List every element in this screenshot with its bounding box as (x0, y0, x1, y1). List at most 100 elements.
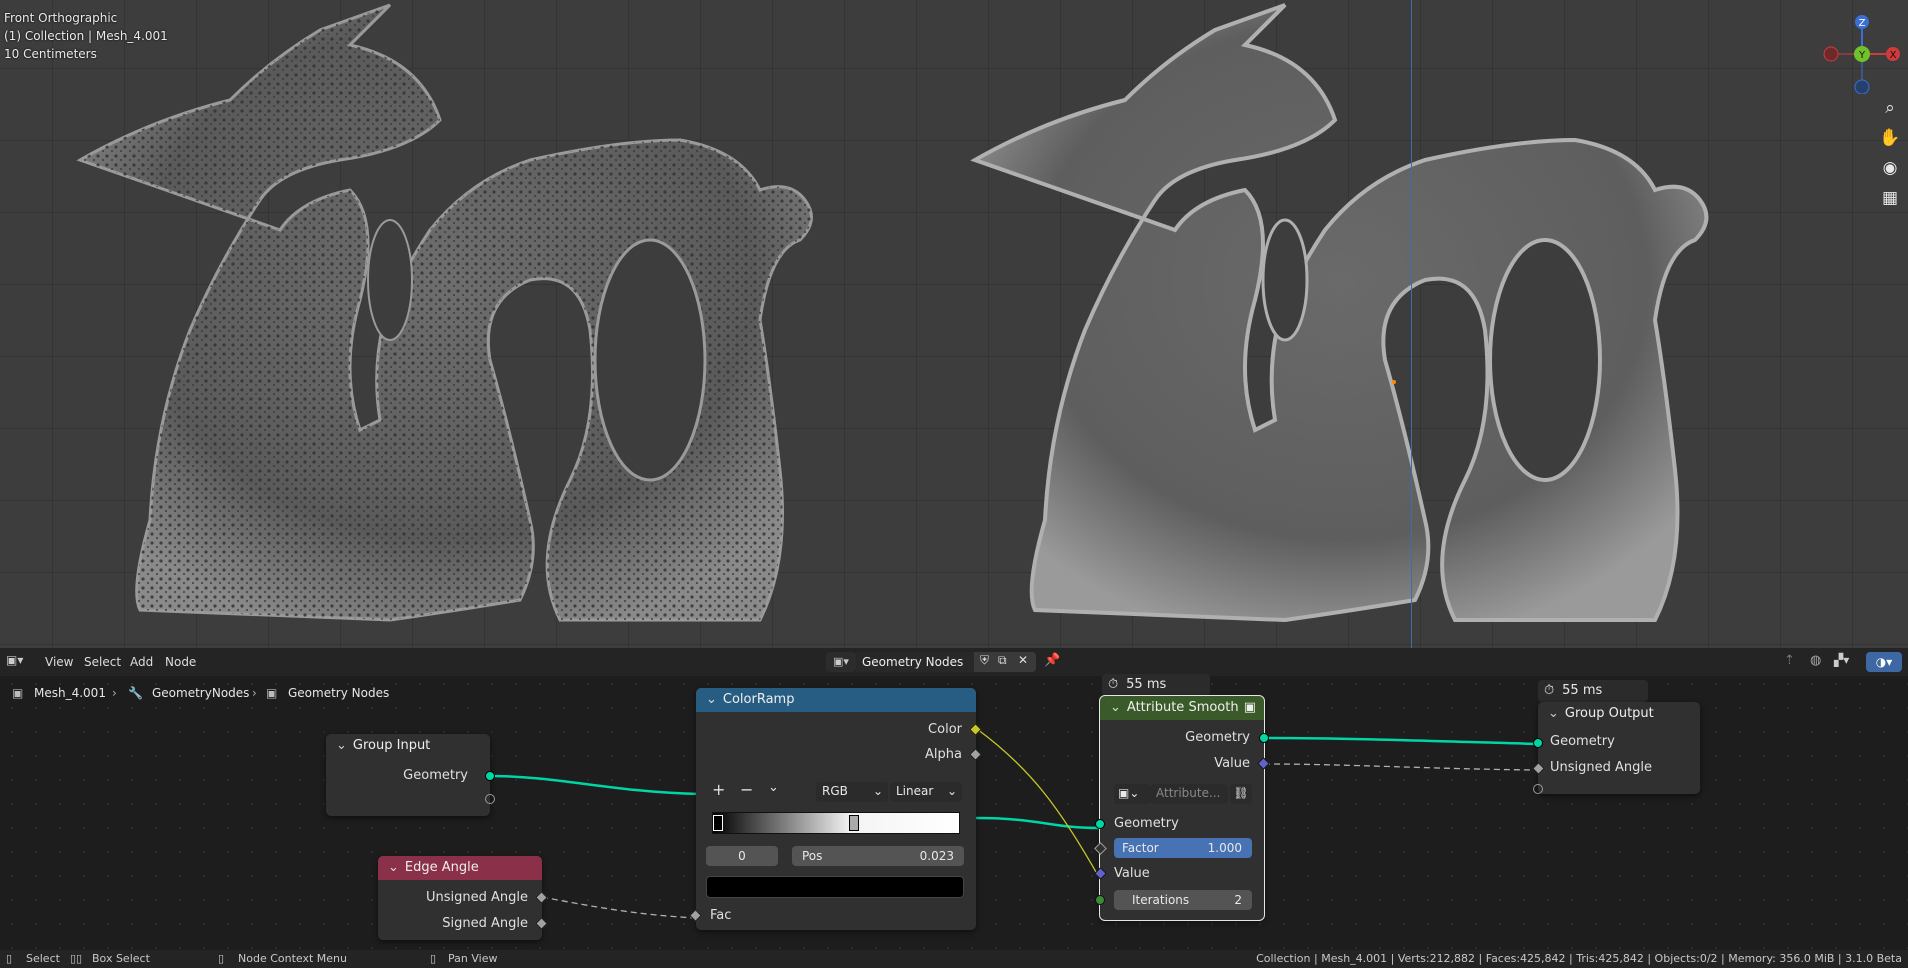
smooth-value-input-label: Value (1114, 866, 1150, 881)
ramp-stop-white[interactable] (849, 815, 859, 831)
stopwatch-icon: ⏱ (1544, 683, 1555, 698)
status-pan-view: Pan View (448, 952, 498, 965)
link-group-input-to-attribute-smooth (488, 774, 701, 796)
gizmo-x-label: X (1890, 50, 1897, 61)
scene-statistics: Collection | Mesh_4.001 | Verts:212,882 … (1256, 952, 1902, 965)
camera-icon[interactable]: ◉ (1877, 155, 1903, 181)
color-ramp-gradient[interactable] (712, 812, 960, 834)
mouse-middle-icon: ▯ (430, 952, 437, 965)
stop-color-swatch[interactable] (706, 876, 964, 898)
iterations-field[interactable]: Iterations 2 (1114, 890, 1252, 910)
status-bar: ▯ Select ▯▯ Box Select ▯ Node Context Me… (0, 950, 1908, 968)
group-output-header: ⌄ Group Output (1538, 702, 1700, 726)
link-unsigned-to-fac (541, 896, 697, 919)
alpha-output-label: Alpha (925, 747, 962, 762)
color-ramp-node[interactable]: ⌄ ColorRamp Color Alpha + − ⌄ RGB ⌄ Linear… (689, 688, 982, 930)
mouse-left-icon: ▯ (6, 952, 13, 965)
attribute-name-field[interactable]: Attribute... (1150, 784, 1228, 804)
3d-viewport[interactable]: Front Orthographic (1) Collection | Mesh… (0, 0, 1908, 648)
output-empty-socket[interactable] (1533, 784, 1543, 794)
dragon-mesh-raw (76, 3, 813, 622)
attribute-smooth-node[interactable]: ⌄ Attribute Smooth ▣ Geometry Value ▣⌄ At… (1094, 695, 1270, 921)
link-value-to-unsigned-angle (1263, 763, 1539, 771)
group-input-node[interactable]: ⌄ Group Input Geometry (326, 734, 495, 816)
group-output-timer-value: 55 ms (1562, 683, 1603, 698)
color-ramp-header: ⌄ ColorRamp (696, 688, 976, 712)
attribute-smooth-title: Attribute Smooth (1126, 700, 1239, 715)
link-color-to-value (976, 728, 1101, 880)
status-select: Select (26, 952, 60, 965)
color-ramp-title: ColorRamp (722, 692, 795, 707)
output-geometry-socket[interactable] (1533, 738, 1543, 748)
gizmo-y-label: Y (1858, 50, 1866, 61)
collapse-chevron-icon[interactable]: ⌄ (1110, 700, 1121, 715)
group-output-title: Group Output (1564, 706, 1654, 721)
smooth-geometry-output-socket[interactable] (1259, 733, 1269, 743)
collapse-chevron-icon[interactable]: ⌄ (336, 738, 347, 753)
link-geometry-hidden (975, 816, 1101, 830)
smooth-geometry-input-socket[interactable] (1095, 819, 1105, 829)
group-output-node[interactable]: ⌄ Group Output Geometry Unsigned Angle (1532, 702, 1700, 794)
ramp-menu-chevron-icon[interactable]: ⌄ (768, 780, 779, 795)
gizmo-z-label: Z (1859, 18, 1866, 29)
smooth-value-output-label: Value (1214, 756, 1250, 771)
signed-angle-label: Signed Angle (442, 916, 528, 931)
attribute-link-icon[interactable]: ⛓ (1230, 784, 1252, 804)
dragon-mesh-smoothed (970, 3, 1709, 623)
mouse-drag-icon: ▯▯ (70, 952, 83, 965)
collapse-chevron-icon[interactable]: ⌄ (706, 692, 717, 707)
factor-label: Factor (1122, 841, 1159, 855)
pan-hand-icon[interactable]: ✋ (1877, 125, 1903, 151)
factor-value: 1.000 (1207, 841, 1242, 855)
collapse-chevron-icon[interactable]: ⌄ (1548, 706, 1559, 721)
pos-label: Pos (802, 849, 823, 863)
add-stop-button[interactable]: + (712, 780, 725, 799)
factor-field[interactable]: Factor 1.000 (1114, 838, 1252, 858)
iterations-value: 2 (1234, 893, 1242, 907)
node-group-icon[interactable]: ▣ (1244, 700, 1256, 715)
group-input-title: Group Input (352, 738, 431, 753)
link-attribute-smooth-to-output (1263, 736, 1539, 746)
group-output-timer: ⏱ 55 ms (1538, 680, 1648, 702)
dragon-body-right (970, 3, 1709, 623)
dragon-body-left (76, 3, 813, 622)
ramp-stop-black[interactable] (713, 815, 723, 831)
attribute-type-select-icon[interactable]: ▣⌄ (1114, 784, 1150, 804)
y-axis-line (1411, 0, 1412, 648)
axis-gizmo[interactable]: Z Y X (1822, 14, 1902, 94)
attribute-smooth-timer-value: 55 ms (1126, 677, 1167, 692)
attribute-smooth-timer: ⏱ 55 ms (1102, 674, 1210, 696)
stop-position-field[interactable]: Pos 0.023 (792, 846, 964, 866)
remove-stop-button[interactable]: − (740, 780, 753, 799)
unsigned-angle-label: Unsigned Angle (425, 890, 528, 905)
status-context-menu: Node Context Menu (238, 952, 347, 965)
smooth-geometry-input-label: Geometry (1114, 816, 1179, 831)
output-unsigned-angle-label: Unsigned Angle (1550, 760, 1653, 775)
node-editor[interactable]: ▣▾ View Select Add Node ▣▾ Geometry Node… (0, 648, 1908, 950)
attribute-smooth-header: ⌄ Attribute Smooth ▣ (1100, 696, 1264, 720)
edge-angle-header: ⌄ Edge Angle (378, 856, 542, 880)
color-mode-select[interactable]: RGB ⌄ (816, 782, 888, 802)
color-output-label: Color (928, 722, 962, 737)
zoom-icon[interactable]: ⌕ (1877, 95, 1903, 121)
mouse-right-icon: ▯ (218, 952, 225, 965)
edge-angle-node[interactable]: ⌄ Edge Angle Unsigned Angle Signed Angle (378, 856, 548, 940)
fac-input-label: Fac (710, 908, 732, 923)
group-input-header: ⌄ Group Input (326, 734, 490, 758)
grid-toggle-icon[interactable]: ▦ (1877, 185, 1903, 211)
smooth-geometry-output-label: Geometry (1185, 730, 1250, 745)
group-input-geometry-socket[interactable] (485, 771, 495, 781)
iterations-input-socket[interactable] (1095, 895, 1105, 905)
edge-angle-title: Edge Angle (404, 860, 479, 875)
interpolation-value: Linear (896, 784, 934, 798)
group-input-empty-socket[interactable] (485, 794, 495, 804)
pos-value: 0.023 (919, 849, 954, 863)
iterations-label: Iterations (1132, 893, 1190, 907)
status-box-select: Box Select (92, 952, 150, 965)
active-stop-index[interactable]: 0 (706, 846, 778, 866)
stopwatch-icon: ⏱ (1108, 677, 1119, 692)
group-input-geometry-label: Geometry (403, 768, 468, 783)
collapse-chevron-icon[interactable]: ⌄ (388, 860, 399, 875)
color-mode-value: RGB (822, 784, 848, 798)
interpolation-select[interactable]: Linear ⌄ (890, 782, 962, 802)
